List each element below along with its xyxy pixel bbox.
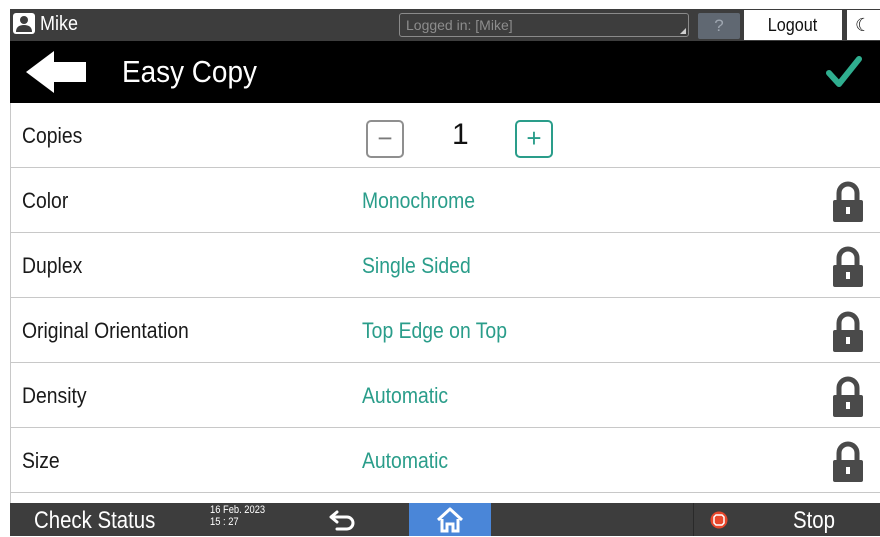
lock-icon <box>831 375 865 424</box>
logout-button[interactable]: Logout <box>744 10 842 40</box>
top-status-bar: Mike Logged in: [Mike] ? Logout ☾ <box>10 9 880 41</box>
date-display: 16 Feb. 2023 <box>210 504 266 516</box>
page-header: Easy Copy <box>10 41 880 103</box>
setting-value: Top Edge on Top <box>362 318 507 343</box>
lock-icon <box>831 310 865 359</box>
copies-row: Copies − 1 + <box>10 103 880 168</box>
checkmark-icon[interactable] <box>826 55 862 94</box>
setting-row-duplex[interactable]: Duplex Single Sided <box>10 233 880 298</box>
lock-icon <box>831 245 865 294</box>
setting-row-original-orientation[interactable]: Original Orientation Top Edge on Top <box>10 298 880 363</box>
setting-row-size[interactable]: Size Automatic <box>10 428 880 493</box>
moon-icon: ☾ <box>855 15 872 35</box>
user-icon <box>13 13 35 34</box>
logout-label: Logout <box>768 15 818 35</box>
bar-divider <box>693 503 694 536</box>
help-button[interactable]: ? <box>698 13 740 39</box>
copies-value: 1 <box>452 118 469 151</box>
lock-icon <box>831 440 865 489</box>
setting-row-density[interactable]: Density Automatic <box>10 363 880 428</box>
setting-label: Original Orientation <box>22 318 189 343</box>
night-mode-button[interactable]: ☾ <box>847 10 880 40</box>
setting-value: Automatic <box>362 448 449 473</box>
setting-label: Duplex <box>22 253 83 278</box>
setting-value: Monochrome <box>362 188 475 213</box>
home-icon <box>436 507 464 533</box>
return-icon[interactable] <box>328 508 358 537</box>
setting-label: Size <box>22 448 60 473</box>
copies-label: Copies <box>22 123 83 148</box>
setting-label: Density <box>22 383 87 408</box>
help-icon: ? <box>714 16 724 35</box>
setting-label: Color <box>22 188 69 213</box>
bottom-bar: Check Status 16 Feb. 2023 15 : 27 Stop <box>10 503 880 536</box>
copies-increment-button[interactable]: + <box>515 120 553 158</box>
home-button[interactable] <box>409 503 491 536</box>
setting-value: Single Sided <box>362 253 471 278</box>
back-arrow-icon[interactable] <box>24 49 88 100</box>
check-status-button[interactable]: Check Status <box>34 507 155 535</box>
resize-corner-icon <box>680 28 686 34</box>
stop-button[interactable]: Stop <box>793 507 835 535</box>
login-status-field[interactable]: Logged in: [Mike] <box>399 13 689 37</box>
user-name: Mike <box>40 13 79 35</box>
login-status-text: Logged in: [Mike] <box>406 17 513 33</box>
stop-icon[interactable] <box>710 511 728 534</box>
time-display: 15 : 27 <box>210 516 239 528</box>
setting-value: Automatic <box>362 383 449 408</box>
lock-icon <box>831 180 865 229</box>
page-title: Easy Copy <box>122 54 257 89</box>
copies-decrement-button[interactable]: − <box>366 120 404 158</box>
setting-row-color[interactable]: Color Monochrome <box>10 168 880 233</box>
